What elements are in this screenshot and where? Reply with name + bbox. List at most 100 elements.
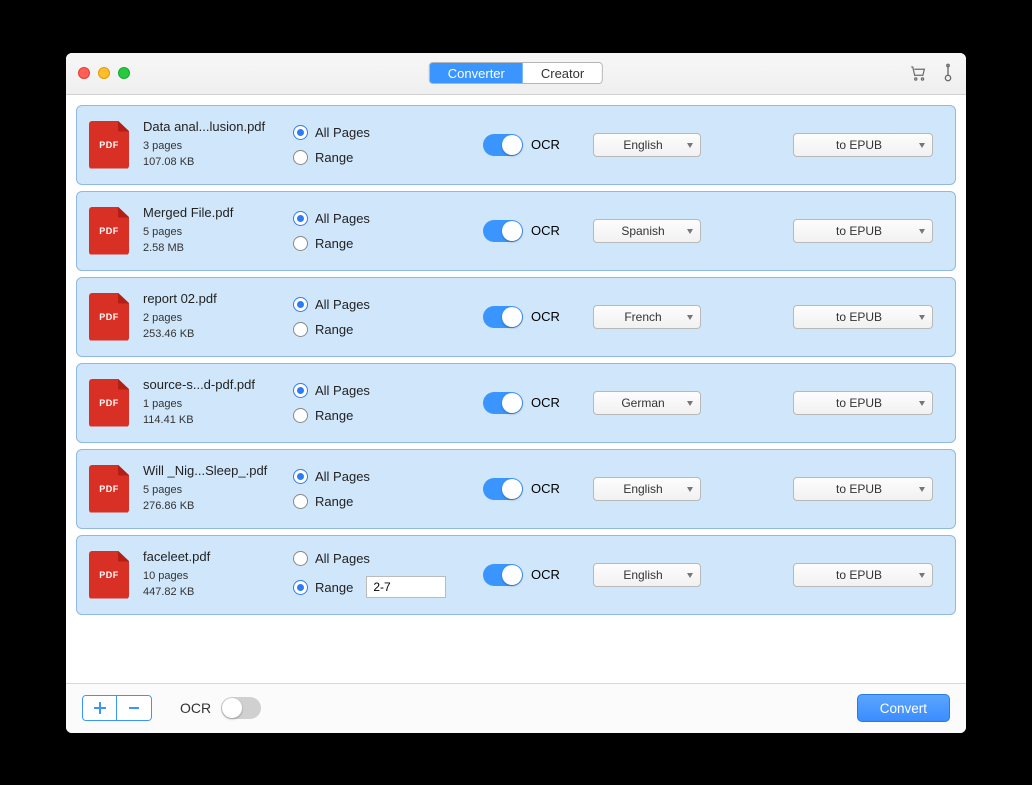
page-selection: All Pages Range [293, 383, 483, 423]
pdf-icon: PDF [89, 121, 129, 169]
file-pages: 3 pages [143, 138, 293, 154]
add-button[interactable] [83, 696, 117, 720]
radio-all-pages[interactable] [293, 297, 308, 312]
ocr-toggle[interactable] [483, 306, 523, 328]
ocr-label: OCR [531, 395, 560, 410]
pdf-icon: PDF [89, 207, 129, 255]
file-meta: Data anal...lusion.pdf 3 pages 107.08 KB [143, 119, 293, 170]
footer: OCR Convert [66, 683, 966, 733]
range-label: Range [315, 494, 353, 509]
radio-all-pages[interactable] [293, 125, 308, 140]
language-dropdown[interactable]: German [593, 391, 701, 415]
page-selection: All Pages Range [293, 125, 483, 165]
ocr-toggle[interactable] [483, 134, 523, 156]
language-dropdown[interactable]: English [593, 133, 701, 157]
ocr-label: OCR [531, 309, 560, 324]
file-size: 114.41 KB [143, 412, 293, 428]
file-meta: faceleet.pdf 10 pages 447.82 KB [143, 549, 293, 600]
thermometer-icon[interactable] [942, 63, 954, 83]
format-dropdown[interactable]: to EPUB [793, 219, 933, 243]
format-dropdown[interactable]: to EPUB [793, 305, 933, 329]
radio-all-pages[interactable] [293, 469, 308, 484]
tab-creator[interactable]: Creator [523, 63, 602, 83]
close-icon[interactable] [78, 67, 90, 79]
all-pages-label: All Pages [315, 383, 370, 398]
pdf-icon: PDF [89, 465, 129, 513]
range-input[interactable] [366, 576, 446, 598]
all-pages-label: All Pages [315, 551, 370, 566]
file-size: 2.58 MB [143, 240, 293, 256]
file-meta: source-s...d-pdf.pdf 1 pages 114.41 KB [143, 377, 293, 428]
format-dropdown[interactable]: to EPUB [793, 391, 933, 415]
file-row[interactable]: PDF faceleet.pdf 10 pages 447.82 KB All … [76, 535, 956, 615]
pdf-icon: PDF [89, 379, 129, 427]
all-pages-label: All Pages [315, 297, 370, 312]
minimize-icon[interactable] [98, 67, 110, 79]
window-controls [78, 67, 130, 79]
file-meta: report 02.pdf 2 pages 253.46 KB [143, 291, 293, 342]
radio-all-pages[interactable] [293, 383, 308, 398]
zoom-icon[interactable] [118, 67, 130, 79]
file-pages: 5 pages [143, 482, 293, 498]
file-size: 253.46 KB [143, 326, 293, 342]
ocr-toggle[interactable] [483, 564, 523, 586]
range-label: Range [315, 580, 353, 595]
range-label: Range [315, 408, 353, 423]
radio-range[interactable] [293, 236, 308, 251]
cart-icon[interactable] [908, 63, 928, 83]
app-window: Converter Creator PDF Data anal...lusion… [66, 53, 966, 733]
page-selection: All Pages Range [293, 551, 483, 598]
file-name: Merged File.pdf [143, 205, 293, 220]
file-size: 447.82 KB [143, 584, 293, 600]
language-dropdown[interactable]: English [593, 477, 701, 501]
footer-ocr-label: OCR [180, 700, 211, 716]
range-label: Range [315, 322, 353, 337]
page-selection: All Pages Range [293, 297, 483, 337]
radio-range[interactable] [293, 408, 308, 423]
convert-button[interactable]: Convert [857, 694, 950, 722]
file-name: Data anal...lusion.pdf [143, 119, 293, 134]
file-pages: 5 pages [143, 224, 293, 240]
range-label: Range [315, 150, 353, 165]
footer-ocr-toggle[interactable] [221, 697, 261, 719]
pdf-icon: PDF [89, 551, 129, 599]
format-dropdown[interactable]: to EPUB [793, 563, 933, 587]
ocr-label: OCR [531, 137, 560, 152]
ocr-toggle[interactable] [483, 392, 523, 414]
file-row[interactable]: PDF Data anal...lusion.pdf 3 pages 107.0… [76, 105, 956, 185]
radio-all-pages[interactable] [293, 551, 308, 566]
radio-range[interactable] [293, 150, 308, 165]
ocr-toggle[interactable] [483, 478, 523, 500]
ocr-label: OCR [531, 567, 560, 582]
file-name: report 02.pdf [143, 291, 293, 306]
remove-button[interactable] [117, 696, 151, 720]
file-pages: 2 pages [143, 310, 293, 326]
file-name: source-s...d-pdf.pdf [143, 377, 293, 392]
pdf-icon: PDF [89, 293, 129, 341]
file-list: PDF Data anal...lusion.pdf 3 pages 107.0… [66, 95, 966, 683]
format-dropdown[interactable]: to EPUB [793, 133, 933, 157]
file-pages: 10 pages [143, 568, 293, 584]
ocr-toggle[interactable] [483, 220, 523, 242]
language-dropdown[interactable]: French [593, 305, 701, 329]
radio-range[interactable] [293, 494, 308, 509]
radio-range[interactable] [293, 322, 308, 337]
file-meta: Merged File.pdf 5 pages 2.58 MB [143, 205, 293, 256]
format-dropdown[interactable]: to EPUB [793, 477, 933, 501]
file-row[interactable]: PDF report 02.pdf 2 pages 253.46 KB All … [76, 277, 956, 357]
ocr-label: OCR [531, 223, 560, 238]
radio-all-pages[interactable] [293, 211, 308, 226]
file-size: 107.08 KB [143, 154, 293, 170]
page-selection: All Pages Range [293, 211, 483, 251]
tab-converter[interactable]: Converter [430, 63, 523, 83]
file-row[interactable]: PDF source-s...d-pdf.pdf 1 pages 114.41 … [76, 363, 956, 443]
file-row[interactable]: PDF Will _Nig...Sleep_.pdf 5 pages 276.8… [76, 449, 956, 529]
radio-range[interactable] [293, 580, 308, 595]
all-pages-label: All Pages [315, 211, 370, 226]
ocr-label: OCR [531, 481, 560, 496]
language-dropdown[interactable]: Spanish [593, 219, 701, 243]
language-dropdown[interactable]: English [593, 563, 701, 587]
all-pages-label: All Pages [315, 125, 370, 140]
file-size: 276.86 KB [143, 498, 293, 514]
file-row[interactable]: PDF Merged File.pdf 5 pages 2.58 MB All … [76, 191, 956, 271]
